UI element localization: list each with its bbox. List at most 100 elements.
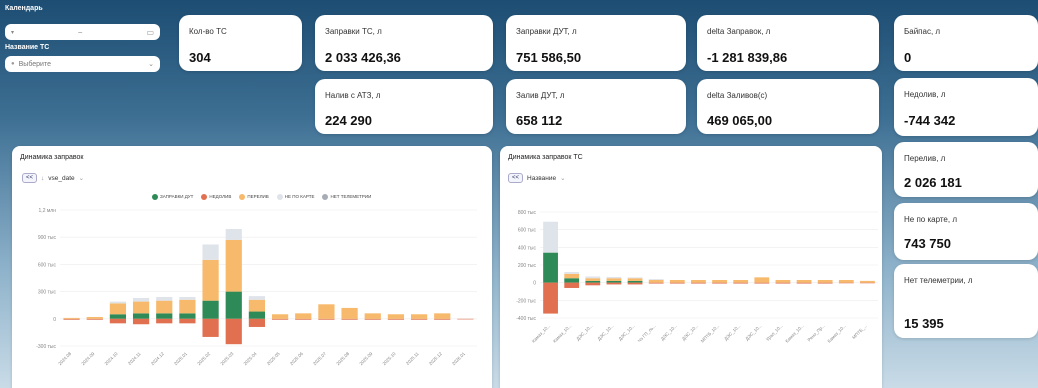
kpi-vehicles-card: Кол-во ТС 304 [179, 15, 302, 71]
kpi-value: 469 065,00 [707, 113, 773, 128]
bar-segment [179, 313, 196, 319]
refuel-dynamics-chart-card: Динамика заправок << ↓ vse_date ⌄ ЗАПРАВ… [12, 146, 492, 388]
bar-segment [132, 297, 150, 302]
bar-segment [248, 311, 266, 319]
bar-segment [295, 313, 312, 319]
x-tick-label: 2025.02 [196, 351, 211, 366]
bar-segment [543, 282, 558, 314]
bar-segment [564, 278, 580, 283]
bar-segment [712, 282, 727, 284]
bar-segment [248, 296, 266, 300]
x-tick-label: 2025.10 [382, 351, 397, 366]
kpi-bypass-card: Байпас, л 0 [894, 15, 1038, 71]
bar-segment [248, 318, 266, 327]
bar-segment [606, 282, 622, 285]
kpi-label: Перелив, л [904, 154, 946, 163]
x-tick-label: 2024.10 [104, 351, 119, 366]
bar-segment [564, 273, 580, 279]
x-tick-label: ДЭС_10... [660, 323, 678, 341]
bar-segment [271, 314, 289, 319]
kpi-value: -744 342 [904, 113, 956, 128]
bar-segment [627, 277, 643, 279]
bar-segment [606, 280, 622, 283]
calendar-icon: ▭ [146, 27, 154, 37]
bar-segment [156, 297, 173, 301]
kpi-label: Байпас, л [904, 27, 941, 36]
bar-segment [860, 282, 875, 284]
bar-segment [543, 221, 558, 253]
kpi-label: Недолив, л [904, 90, 946, 99]
refuel-dynamics-chart: 1,2 млн900 тыс600 тыс300 тыс0-300 тыс202… [36, 208, 477, 366]
y-tick-label: 600 тыс [518, 228, 537, 234]
kpi-label: Заправки ТС, л [325, 27, 382, 36]
kpi-value: -1 281 839,86 [707, 50, 788, 65]
bar-segment [410, 314, 428, 319]
kpi-no-telemetry-card: Нет телеметрии, л 15 395 [894, 264, 1038, 338]
kpi-value: 224 290 [325, 113, 372, 128]
bar-segment [364, 313, 381, 319]
x-tick-label: ДЭС_10... [618, 323, 636, 341]
vehicle-refuel-dynamics-chart-card: Динамика заправок ТС << Название ⌄ 800 т… [500, 146, 882, 388]
x-tick-label: Камаз_10... [531, 323, 552, 344]
vehicle-filter-label: Название ТС [5, 44, 50, 51]
y-tick-label: 300 тыс [38, 290, 57, 296]
bar-segment [669, 280, 685, 283]
kpi-value: 15 395 [904, 316, 944, 331]
x-tick-label: 2025.12 [428, 351, 443, 366]
vehicle-select[interactable]: ● Выберите ⌄ [5, 56, 160, 72]
bar-segment [627, 278, 643, 281]
x-tick-label: МПТБ_... [851, 323, 868, 340]
kpi-label: Налив с АТЗ, л [325, 91, 381, 100]
bar-segment [318, 304, 335, 319]
bar-segment [585, 276, 601, 279]
bar-segment [225, 291, 242, 319]
x-tick-label: ДЭС_10... [575, 323, 593, 341]
bar-segment [754, 277, 770, 283]
kpi-label: delta Заправок, л [707, 27, 771, 36]
x-tick-label: Камаз_10... [784, 323, 805, 344]
x-tick-label: Камаз_10... [827, 323, 848, 344]
kpi-off-card-card: Не по карте, л 743 750 [894, 203, 1038, 260]
bar-segment [387, 314, 405, 319]
bar-segment [606, 278, 622, 281]
x-tick-label: 2025.03 [219, 351, 234, 366]
kpi-overfill-card: Перелив, л 2 026 181 [894, 142, 1038, 197]
x-tick-label: Камаз_10... [552, 323, 573, 344]
bar-segment [691, 280, 706, 283]
vehicle-refuel-dynamics-chart: 800 тыс 600 тыс 400 тыс 200 тыс 0 -200 тыс -40… [516, 210, 878, 344]
bar-segment [63, 318, 80, 320]
bar-segment [648, 282, 664, 284]
kpi-refuel-dut-card: Заправки ДУТ, л 751 586,50 [506, 15, 686, 71]
kpi-atz-fill-card: Налив с АТЗ, л 224 290 [315, 79, 493, 134]
bar-segment [860, 280, 875, 283]
calendar-input[interactable]: ▾ – ▭ [5, 24, 160, 40]
bar-segment [202, 259, 219, 301]
bar-segment [838, 280, 854, 283]
x-tick-label: 2024.08 [57, 351, 72, 366]
bar-segment [457, 318, 474, 320]
bar-segment [341, 318, 358, 320]
y-tick-label: 900 тыс [38, 235, 57, 241]
bar-segment [775, 282, 791, 284]
kpi-value: 2 033 426,36 [325, 50, 401, 65]
kpi-value: 743 750 [904, 236, 951, 251]
y-tick-label: 400 тыс [518, 245, 537, 251]
bar-segment [564, 272, 580, 274]
bar-segment [648, 279, 664, 281]
x-tick-label: 2024.11 [127, 351, 142, 366]
bar-segment [109, 303, 127, 315]
bar-segment [564, 282, 580, 288]
kpi-label: delta Заливов(с) [707, 91, 768, 100]
bar-segment [156, 318, 173, 324]
x-tick-label: ДЭС_10... [723, 323, 741, 341]
kpi-delta-refuel-card: delta Заправок, л -1 281 839,86 [697, 15, 879, 71]
x-tick-label: 2024.09 [80, 351, 95, 366]
x-tick-label: 2026.01 [451, 351, 466, 366]
bar-segment [109, 301, 127, 304]
bar-segment [202, 318, 219, 337]
bar-segment [109, 318, 127, 324]
bar-segment [86, 318, 103, 320]
bar-segment [627, 280, 643, 283]
bar-segment [648, 280, 664, 283]
y-tick-label: -400 тыс [516, 316, 536, 322]
